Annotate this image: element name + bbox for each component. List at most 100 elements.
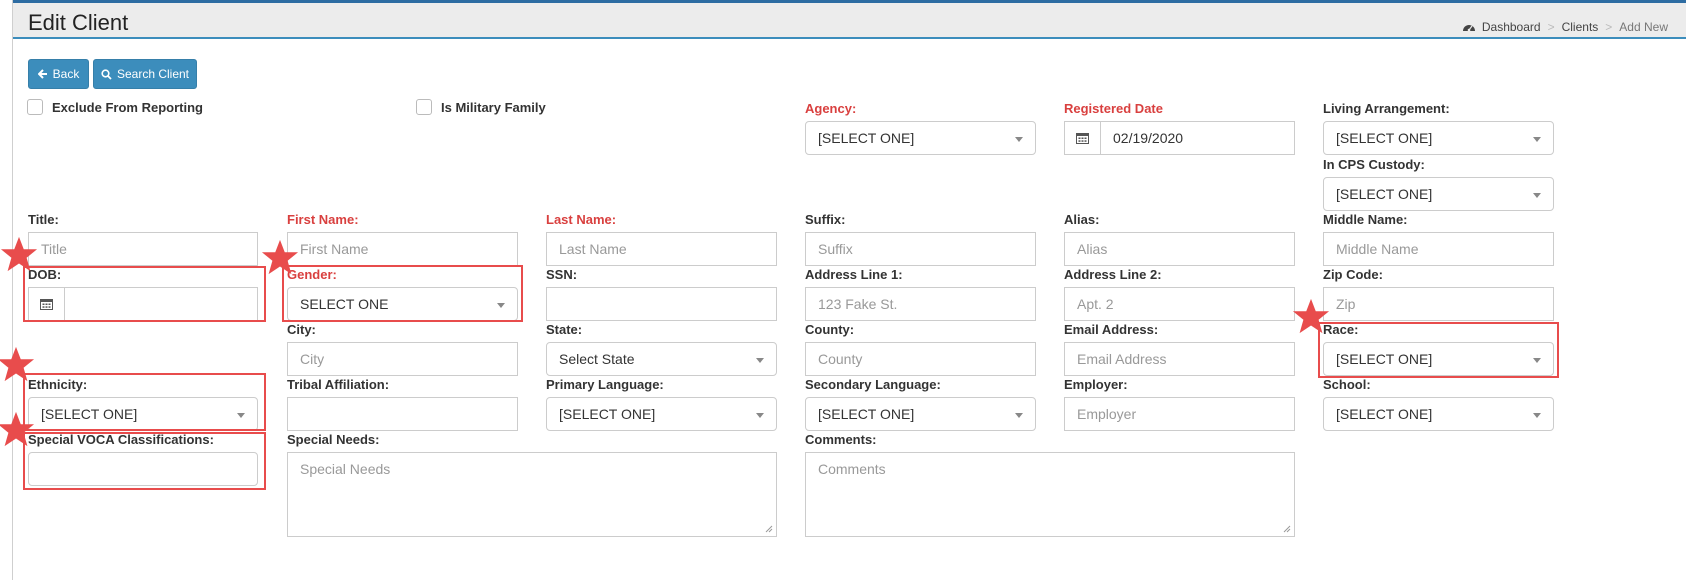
breadcrumb-add-new: Add New <box>1619 20 1668 34</box>
alias-input[interactable]: Alias <box>1064 232 1295 266</box>
checkbox-box[interactable] <box>416 99 432 115</box>
agency-label: Agency: <box>805 101 857 116</box>
arrow-left-icon <box>37 69 47 79</box>
title-input[interactable]: Title <box>28 232 258 266</box>
email-address-label: Email Address: <box>1064 322 1159 337</box>
dob-label: DOB: <box>28 267 62 282</box>
living-arrangement-label: Living Arrangement: <box>1323 101 1450 116</box>
state-label: State: <box>546 322 583 337</box>
gender-select[interactable]: SELECT ONE <box>287 287 518 321</box>
chevron-down-icon <box>1015 413 1023 418</box>
resize-grip-icon[interactable] <box>765 525 773 533</box>
primary-language-label: Primary Language: <box>546 377 664 392</box>
address-line-1-input[interactable]: 123 Fake St. <box>805 287 1036 321</box>
ethnicity-select[interactable]: [SELECT ONE] <box>28 397 258 431</box>
middle-name-label: Middle Name: <box>1323 212 1408 227</box>
living-arrangement-value: [SELECT ONE] <box>1336 130 1433 146</box>
agency-value: [SELECT ONE] <box>818 130 915 146</box>
search-client-button[interactable]: Search Client <box>93 59 197 89</box>
address-line-2-label: Address Line 2: <box>1064 267 1162 282</box>
zip-code-input[interactable]: Zip <box>1323 287 1554 321</box>
race-select[interactable]: [SELECT ONE] <box>1323 342 1554 376</box>
breadcrumb-separator: > <box>1547 20 1555 34</box>
special-needs-placeholder: Special Needs <box>300 461 391 477</box>
page-title: Edit Client <box>28 10 129 35</box>
chevron-down-icon <box>1533 137 1541 142</box>
registered-date-field[interactable]: 02/19/2020 <box>1064 121 1295 155</box>
email-address-input[interactable]: Email Address <box>1064 342 1295 376</box>
special-needs-textarea[interactable]: Special Needs <box>287 452 777 537</box>
breadcrumb-dashboard[interactable]: Dashboard <box>1482 20 1541 34</box>
military-family-checkbox[interactable]: Is Military Family <box>416 99 546 115</box>
ethnicity-value: [SELECT ONE] <box>41 406 138 422</box>
last-name-label: Last Name: <box>546 212 617 227</box>
city-label: City: <box>287 322 316 337</box>
chevron-down-icon <box>1533 358 1541 363</box>
school-value: [SELECT ONE] <box>1336 406 1433 422</box>
calendar-addon[interactable] <box>29 288 65 320</box>
calendar-addon[interactable] <box>1065 122 1101 154</box>
employer-input[interactable]: Employer <box>1064 397 1295 431</box>
calendar-icon <box>40 299 53 310</box>
last-name-input[interactable]: Last Name <box>546 232 777 266</box>
breadcrumb: Dashboard > Clients > Add New <box>1462 20 1668 34</box>
chevron-down-icon <box>1533 193 1541 198</box>
gender-label: Gender: <box>287 267 337 282</box>
voca-classifications-label: Special VOCA Classifications: <box>28 432 214 447</box>
address-line-2-input[interactable]: Apt. 2 <box>1064 287 1295 321</box>
cps-custody-value: [SELECT ONE] <box>1336 186 1433 202</box>
primary-language-select[interactable]: [SELECT ONE] <box>546 397 777 431</box>
content-header: Edit Client Dashboard > Clients > Add Ne… <box>13 3 1686 39</box>
registered-date-value: 02/19/2020 <box>1113 130 1184 146</box>
chevron-down-icon <box>497 303 505 308</box>
race-label: Race: <box>1323 322 1359 337</box>
back-button[interactable]: Back <box>28 59 89 89</box>
primary-language-value: [SELECT ONE] <box>559 406 656 422</box>
voca-classifications-input[interactable] <box>28 452 258 486</box>
first-name-input[interactable]: First Name <box>287 232 518 266</box>
checkbox-box[interactable] <box>27 99 43 115</box>
suffix-input[interactable]: Suffix <box>805 232 1036 266</box>
ssn-label: SSN: <box>546 267 578 282</box>
city-input[interactable]: City <box>287 342 518 376</box>
gender-value: SELECT ONE <box>300 296 389 312</box>
county-label: County: <box>805 322 855 337</box>
chevron-down-icon <box>1533 413 1541 418</box>
secondary-language-value: [SELECT ONE] <box>818 406 915 422</box>
chevron-down-icon <box>237 413 245 418</box>
cps-custody-label: In CPS Custody: <box>1323 157 1425 172</box>
dob-value <box>65 288 89 320</box>
zip-code-label: Zip Code: <box>1323 267 1383 282</box>
cps-custody-select[interactable]: [SELECT ONE] <box>1323 177 1554 211</box>
sidebar-border <box>12 0 13 580</box>
exclude-from-reporting-checkbox[interactable]: Exclude From Reporting <box>27 99 203 115</box>
living-arrangement-select[interactable]: [SELECT ONE] <box>1323 121 1554 155</box>
suffix-label: Suffix: <box>805 212 846 227</box>
search-client-label: Search Client <box>116 67 190 81</box>
dob-field[interactable] <box>28 287 258 321</box>
comments-label: Comments: <box>805 432 877 447</box>
breadcrumb-separator: > <box>1605 20 1613 34</box>
special-needs-label: Special Needs: <box>287 432 380 447</box>
race-value: [SELECT ONE] <box>1336 351 1433 367</box>
ssn-input[interactable] <box>546 287 777 321</box>
secondary-language-select[interactable]: [SELECT ONE] <box>805 397 1036 431</box>
school-select[interactable]: [SELECT ONE] <box>1323 397 1554 431</box>
agency-select[interactable]: [SELECT ONE] <box>805 121 1036 155</box>
state-select[interactable]: Select State <box>546 342 777 376</box>
comments-textarea[interactable]: Comments <box>805 452 1295 537</box>
school-label: School: <box>1323 377 1371 392</box>
tribal-affiliation-label: Tribal Affiliation: <box>287 377 390 392</box>
middle-name-input[interactable]: Middle Name <box>1323 232 1554 266</box>
dashboard-icon <box>1462 25 1475 32</box>
county-input[interactable]: County <box>805 342 1036 376</box>
address-line-1-label: Address Line 1: <box>805 267 903 282</box>
state-value: Select State <box>559 351 635 367</box>
resize-grip-icon[interactable] <box>1283 525 1291 533</box>
breadcrumb-clients[interactable]: Clients <box>1562 20 1599 34</box>
tribal-affiliation-input[interactable] <box>287 397 518 431</box>
first-name-label: First Name: <box>287 212 359 227</box>
chevron-down-icon <box>1015 137 1023 142</box>
alias-label: Alias: <box>1064 212 1100 227</box>
chevron-down-icon <box>756 413 764 418</box>
